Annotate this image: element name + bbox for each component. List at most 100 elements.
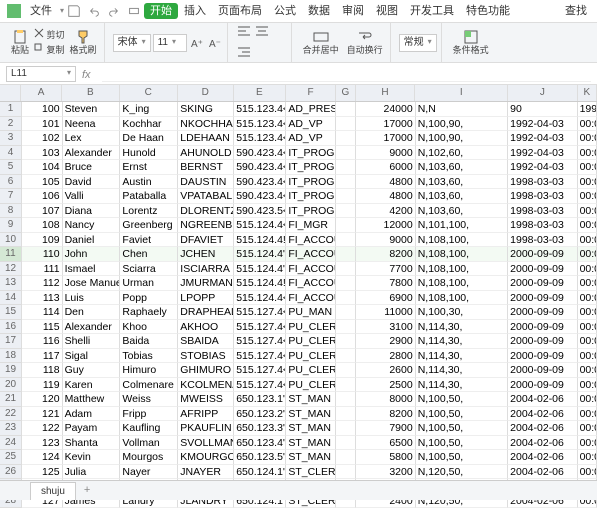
- cell[interactable]: [336, 262, 355, 277]
- cell[interactable]: N,100,50,: [416, 407, 508, 422]
- col-H[interactable]: H: [356, 85, 416, 101]
- cell[interactable]: 8200: [356, 407, 416, 422]
- cell[interactable]: 100: [22, 102, 63, 117]
- cell[interactable]: David: [63, 175, 121, 190]
- tab-3[interactable]: 公式: [268, 3, 302, 19]
- cell[interactable]: N,100,50,: [416, 450, 508, 465]
- cell[interactable]: 00:00:00″: [578, 465, 597, 480]
- cell[interactable]: 124: [22, 450, 63, 465]
- cell[interactable]: Lex: [63, 131, 121, 146]
- cell[interactable]: De Haan: [120, 131, 178, 146]
- cell[interactable]: 00:00:00″: [578, 450, 597, 465]
- row-header[interactable]: 1: [0, 102, 22, 117]
- cell[interactable]: N,100,50,: [416, 421, 508, 436]
- cell[interactable]: ST_MAN: [286, 421, 336, 436]
- font-combo[interactable]: 宋体▾: [113, 34, 151, 52]
- cell[interactable]: NGREENBE: [178, 218, 234, 233]
- cell[interactable]: Adam: [63, 407, 121, 422]
- cell[interactable]: 4800: [356, 175, 416, 190]
- cell[interactable]: [336, 117, 355, 132]
- cell[interactable]: 2004-02-06: [508, 392, 577, 407]
- cell[interactable]: [336, 305, 355, 320]
- row-header[interactable]: 2: [0, 117, 22, 132]
- cell[interactable]: [336, 320, 355, 335]
- cell[interactable]: 1998-03-03: [508, 218, 577, 233]
- cell[interactable]: [336, 233, 355, 248]
- cell[interactable]: N,103,60,: [416, 160, 508, 175]
- cell[interactable]: [336, 175, 355, 190]
- row-header[interactable]: 4: [0, 146, 22, 161]
- select-all[interactable]: [0, 85, 21, 101]
- cell[interactable]: DAUSTIN: [178, 175, 234, 190]
- cell[interactable]: 2800: [356, 349, 416, 364]
- cell[interactable]: NKOCHHAR: [178, 117, 234, 132]
- cell[interactable]: [336, 218, 355, 233]
- cell[interactable]: [336, 102, 355, 117]
- cell[interactable]: Baida: [120, 334, 178, 349]
- cell[interactable]: FI_MGR: [286, 218, 336, 233]
- row-header[interactable]: 6: [0, 175, 22, 190]
- row-header[interactable]: 20: [0, 378, 22, 393]
- row-header[interactable]: 16: [0, 320, 22, 335]
- col-I[interactable]: I: [415, 85, 508, 101]
- cell[interactable]: PKAUFLIN: [178, 421, 234, 436]
- cell[interactable]: Urman: [120, 276, 178, 291]
- cell[interactable]: Sigal: [63, 349, 121, 364]
- cell[interactable]: Luis: [63, 291, 121, 306]
- cell[interactable]: Den: [63, 305, 121, 320]
- row-header[interactable]: 9: [0, 218, 22, 233]
- cell[interactable]: BERNST: [178, 160, 234, 175]
- cell[interactable]: N,108,100,: [416, 276, 508, 291]
- cell[interactable]: 00:00:00″: [578, 320, 597, 335]
- cell[interactable]: N,100,50,: [416, 392, 508, 407]
- cell[interactable]: 00:00:00″: [578, 131, 597, 146]
- cell[interactable]: Ernst: [120, 160, 178, 175]
- cell[interactable]: Jose Manue: [63, 276, 121, 291]
- cell[interactable]: 5800: [356, 450, 416, 465]
- cell[interactable]: IT_PROG: [286, 160, 336, 175]
- cell[interactable]: AKHOO: [178, 320, 234, 335]
- row-header[interactable]: 15: [0, 305, 22, 320]
- cell[interactable]: 650.124.1': [234, 465, 286, 480]
- row-header[interactable]: 7: [0, 189, 22, 204]
- condfmt-button[interactable]: 条件格式: [450, 29, 492, 57]
- cell[interactable]: N,N: [416, 102, 508, 117]
- cell[interactable]: 110: [22, 247, 63, 262]
- row-header[interactable]: 8: [0, 204, 22, 219]
- cell[interactable]: 115: [22, 320, 63, 335]
- cell[interactable]: K_ing: [120, 102, 178, 117]
- cell[interactable]: 00:00:00″: [578, 291, 597, 306]
- cell[interactable]: Alexander: [63, 320, 121, 335]
- cell[interactable]: 515.124.4': [234, 262, 286, 277]
- tab-8[interactable]: 特色功能: [460, 3, 516, 19]
- cell[interactable]: 00:00:00″: [578, 218, 597, 233]
- cell[interactable]: [336, 349, 355, 364]
- cell[interactable]: 00:00:00″: [578, 247, 597, 262]
- cell[interactable]: N,108,100,: [416, 247, 508, 262]
- cell[interactable]: 8200: [356, 247, 416, 262]
- grow-font-icon[interactable]: A⁺: [189, 35, 205, 51]
- cell[interactable]: FI_ACCOUNT: [286, 276, 336, 291]
- cell[interactable]: Guy: [63, 363, 121, 378]
- cell[interactable]: N,120,50,: [416, 465, 508, 480]
- cell[interactable]: [336, 146, 355, 161]
- cell[interactable]: 00:00:00″: [578, 421, 597, 436]
- cell[interactable]: [336, 378, 355, 393]
- cell[interactable]: [336, 436, 355, 451]
- cell[interactable]: PU_CLERK: [286, 320, 336, 335]
- cell[interactable]: 2004-02-06: [508, 436, 577, 451]
- cell[interactable]: 12000: [356, 218, 416, 233]
- cell[interactable]: KMOURGOS: [178, 450, 234, 465]
- align-right-icon[interactable]: [236, 45, 252, 61]
- row-header[interactable]: 23: [0, 421, 22, 436]
- cell[interactable]: 1998-03-03: [508, 175, 577, 190]
- cell[interactable]: N,103,60,: [416, 204, 508, 219]
- cell[interactable]: FI_ACCOUNT: [286, 247, 336, 262]
- cell[interactable]: 2000-09-09: [508, 363, 577, 378]
- cell[interactable]: 00:00:00″: [578, 276, 597, 291]
- cell[interactable]: IT_PROG: [286, 146, 336, 161]
- col-G[interactable]: G: [336, 85, 355, 101]
- cell[interactable]: [336, 450, 355, 465]
- align-left-icon[interactable]: [236, 24, 252, 40]
- cell[interactable]: Pataballa: [120, 189, 178, 204]
